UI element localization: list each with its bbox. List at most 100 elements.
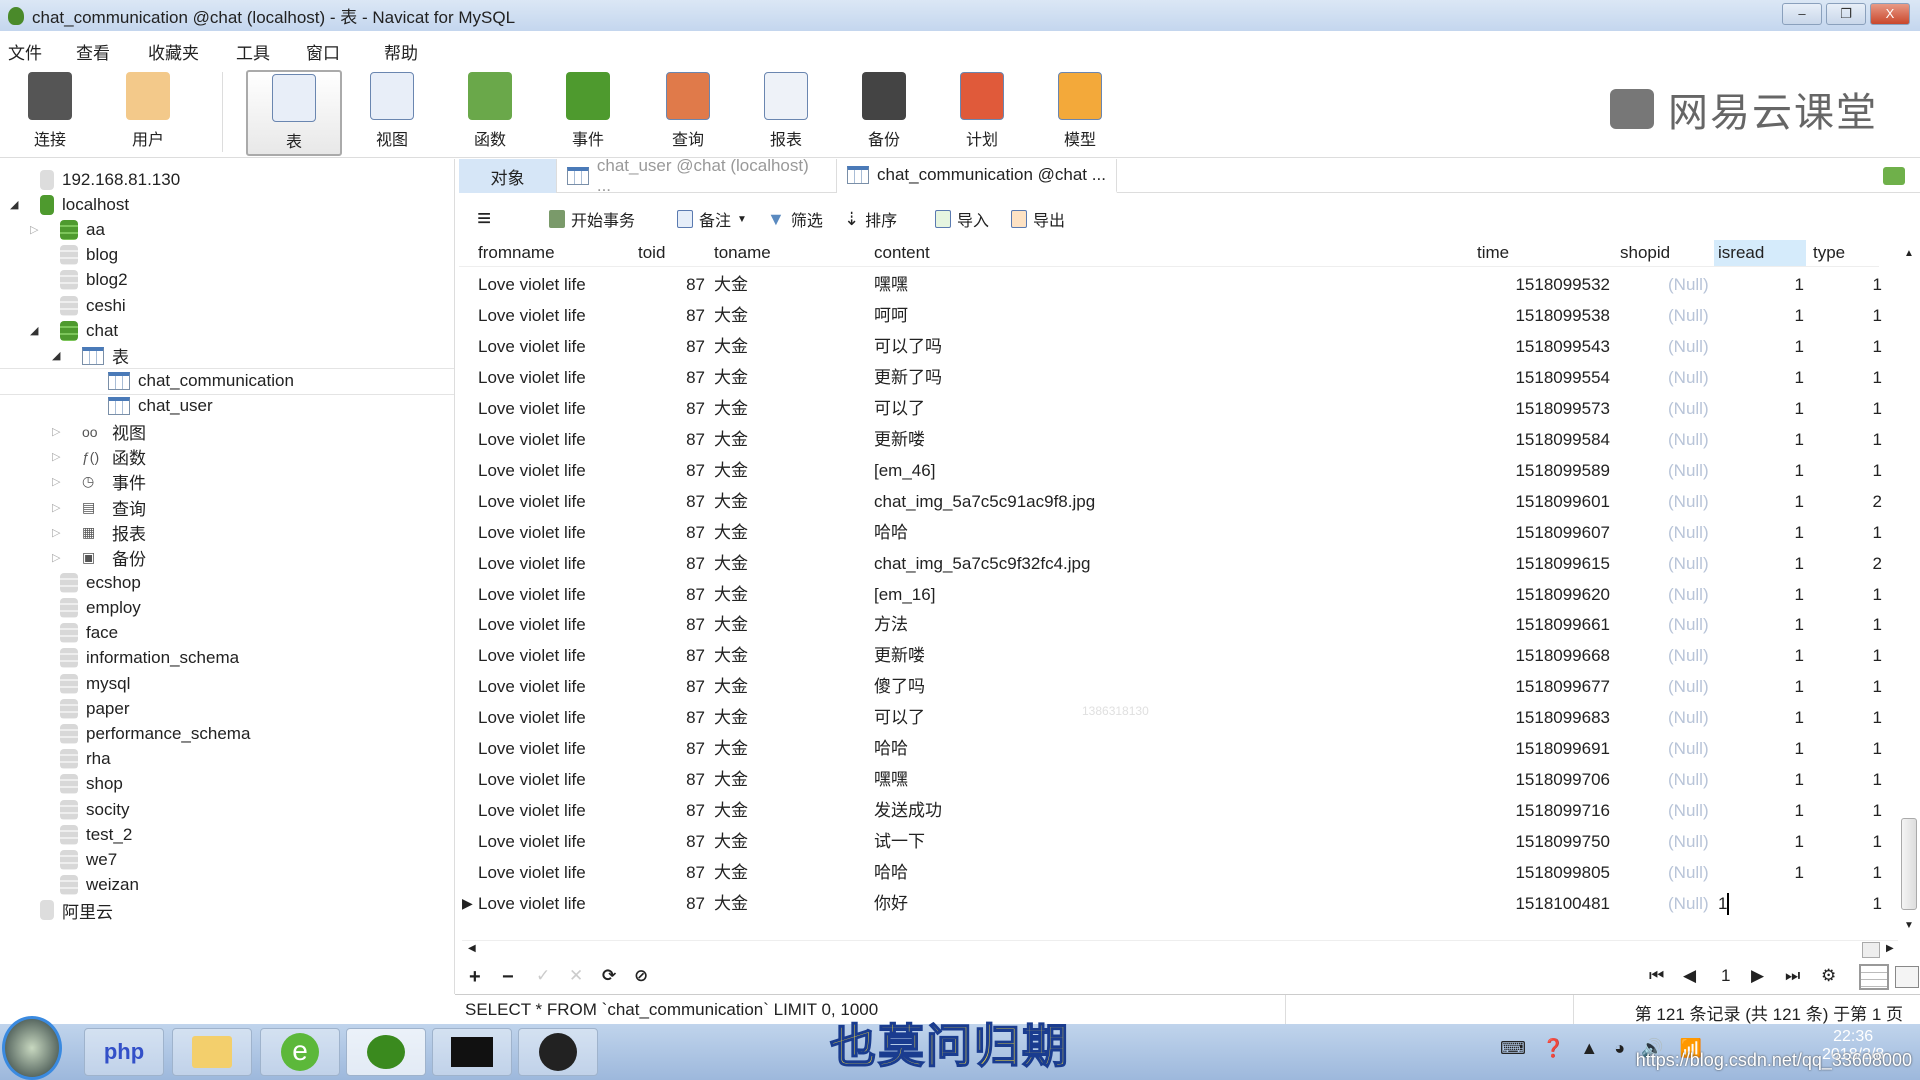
cell-fromname[interactable]: Love violet life	[478, 640, 586, 671]
cell-content[interactable]: 傻了吗	[874, 671, 925, 702]
cell-content[interactable]: 更新喽	[874, 424, 925, 455]
cell-toname[interactable]: 大金	[714, 888, 748, 919]
cell-time[interactable]: 1518099668	[1470, 640, 1610, 671]
cell-time[interactable]: 1518099677	[1470, 671, 1610, 702]
tree-item-chat_user[interactable]: chat_user	[108, 394, 213, 419]
cell-time[interactable]: 1518099573	[1470, 393, 1610, 424]
cell-fromname[interactable]: Love violet life	[478, 486, 586, 517]
cell-shopid[interactable]: (Null)	[1668, 548, 1709, 579]
toolbar-button-9[interactable]: 计划	[934, 70, 1030, 156]
expanded-arrow-icon[interactable]: ◢	[30, 324, 38, 337]
collapsed-arrow-icon[interactable]: ▷	[30, 223, 38, 236]
cell-toid[interactable]: 87	[665, 300, 705, 331]
collapsed-arrow-icon[interactable]: ▷	[52, 551, 60, 564]
cell-shopid[interactable]: (Null)	[1668, 826, 1709, 857]
cell-toname[interactable]: 大金	[714, 795, 748, 826]
cell-content[interactable]: 嘿嘿	[874, 764, 908, 795]
taskbar-obs[interactable]	[518, 1028, 598, 1076]
tree-item-报表[interactable]: ▦ 报表	[82, 520, 146, 545]
cell-toname[interactable]: 大金	[714, 300, 748, 331]
cell-time[interactable]: 1518099615	[1470, 548, 1610, 579]
column-header-content[interactable]: content	[874, 240, 930, 266]
cell-type[interactable]: 1	[1852, 733, 1882, 764]
cell-shopid[interactable]: (Null)	[1668, 609, 1709, 640]
import-button[interactable]: 导入	[935, 204, 989, 234]
cell-type[interactable]: 1	[1852, 888, 1882, 919]
form-view-button[interactable]	[1895, 966, 1919, 988]
cell-toname[interactable]: 大金	[714, 764, 748, 795]
taskbar-phpstorm[interactable]: php	[84, 1028, 164, 1076]
tree-item-ecshop[interactable]: ecshop	[60, 570, 141, 595]
column-header-type[interactable]: type	[1813, 240, 1845, 266]
filter-button[interactable]: ▼ 筛选	[767, 204, 823, 234]
cell-fromname[interactable]: Love violet life	[478, 548, 586, 579]
toolbar-button-0[interactable]: 连接	[2, 70, 98, 156]
cell-toid[interactable]: 87	[665, 269, 705, 300]
cell-type[interactable]: 1	[1852, 579, 1882, 610]
cell-toname[interactable]: 大金	[714, 733, 748, 764]
refresh-button[interactable]: ⟳	[602, 966, 616, 986]
cell-isread[interactable]: 1	[1774, 393, 1804, 424]
scroll-right-icon[interactable]: ▶	[1886, 943, 1894, 954]
tree-item-performance_schema[interactable]: performance_schema	[60, 721, 250, 746]
table-row[interactable]: ▶ Love violet life 87 大金 你好 1518100481 (Null) 1…	[459, 888, 1899, 919]
column-header-fromname[interactable]: fromname	[478, 240, 555, 266]
tab-chat-user[interactable]: chat_user @chat (localhost) ...	[557, 156, 837, 195]
cell-type[interactable]: 1	[1852, 764, 1882, 795]
vertical-scrollbar[interactable]: ▲ ▼	[1900, 240, 1918, 940]
cell-time[interactable]: 1518099589	[1470, 455, 1610, 486]
tree-item-localhost[interactable]: localhost	[40, 192, 129, 217]
toolbar-button-8[interactable]: 备份	[836, 70, 932, 156]
tree-item-表[interactable]: 表	[82, 343, 129, 368]
add-record-button[interactable]: +	[469, 966, 481, 989]
cell-toid[interactable]: 87	[665, 393, 705, 424]
table-row[interactable]: Love violet life 87 大金 可以了 1518099573 (Null) 1…	[459, 393, 1899, 424]
cell-shopid[interactable]: (Null)	[1668, 300, 1709, 331]
cell-type[interactable]: 1	[1852, 640, 1882, 671]
collapsed-arrow-icon[interactable]: ▷	[52, 501, 60, 514]
cell-toid[interactable]: 87	[665, 857, 705, 888]
cell-content[interactable]: 哈哈	[874, 733, 908, 764]
cell-content[interactable]: 发送成功	[874, 795, 942, 826]
table-row[interactable]: Love violet life 87 大金 嘿嘿 1518099532 (Null) 1 1	[459, 269, 1899, 300]
menu-icon[interactable]: ≡	[477, 204, 491, 234]
toolbar-button-10[interactable]: 模型	[1032, 70, 1128, 156]
tree-item-blog[interactable]: blog	[60, 243, 118, 268]
cell-time[interactable]: 1518099661	[1470, 609, 1610, 640]
cell-toid[interactable]: 87	[665, 424, 705, 455]
cell-type[interactable]: 1	[1852, 424, 1882, 455]
cell-fromname[interactable]: Love violet life	[478, 671, 586, 702]
cell-type[interactable]: 1	[1852, 671, 1882, 702]
table-row[interactable]: Love violet life 87 大金 可以了 1518099683 (Null) 1…	[459, 702, 1899, 733]
taskbar-cmd[interactable]	[432, 1028, 512, 1076]
cell-isread[interactable]: 1	[1774, 826, 1804, 857]
cell-toname[interactable]: 大金	[714, 517, 748, 548]
close-button[interactable]: X	[1870, 3, 1910, 25]
object-info-icon[interactable]	[1883, 167, 1905, 185]
cell-type[interactable]: 2	[1852, 486, 1882, 517]
collapsed-arrow-icon[interactable]: ▷	[52, 425, 60, 438]
tree-item-chat[interactable]: chat	[60, 318, 118, 343]
cell-shopid[interactable]: (Null)	[1668, 733, 1709, 764]
minimize-button[interactable]: –	[1782, 3, 1822, 25]
cell-shopid[interactable]: (Null)	[1668, 640, 1709, 671]
cell-fromname[interactable]: Love violet life	[478, 609, 586, 640]
toolbar-button-6[interactable]: 查询	[640, 70, 736, 156]
table-row[interactable]: Love violet life 87 大金 发送成功 1518099716 (Null)…	[459, 795, 1899, 826]
cell-toid[interactable]: 87	[665, 517, 705, 548]
cell-toid[interactable]: 87	[665, 702, 705, 733]
maximize-button[interactable]: ❐	[1826, 3, 1866, 25]
cell-toid[interactable]: 87	[665, 640, 705, 671]
cell-content[interactable]: 可以了	[874, 393, 925, 424]
scroll-thumb[interactable]	[1901, 818, 1917, 910]
toolbar-button-4[interactable]: 函数	[442, 70, 538, 156]
menu-5[interactable]: 帮助	[384, 36, 418, 67]
scroll-thumb-h[interactable]	[1862, 942, 1880, 958]
cell-type[interactable]: 2	[1852, 548, 1882, 579]
collapsed-arrow-icon[interactable]: ▷	[52, 526, 60, 539]
cell-toname[interactable]: 大金	[714, 331, 748, 362]
cell-fromname[interactable]: Love violet life	[478, 826, 586, 857]
cell-toid[interactable]: 87	[665, 671, 705, 702]
tree-item-test_2[interactable]: test_2	[60, 822, 132, 847]
cell-toname[interactable]: 大金	[714, 362, 748, 393]
